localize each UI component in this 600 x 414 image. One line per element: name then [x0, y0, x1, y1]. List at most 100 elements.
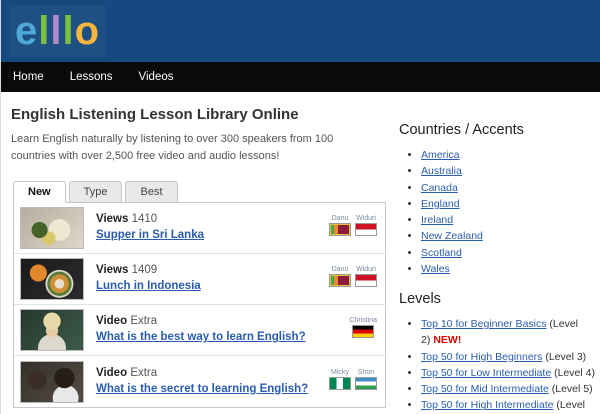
- lesson-type-label: Video: [96, 315, 127, 327]
- elllo-logo[interactable]: elllo: [9, 5, 106, 57]
- country-link-new-zealand[interactable]: New Zealand: [421, 230, 483, 242]
- countries-heading: Countries / Accents: [399, 122, 595, 138]
- lessons-panel: New Type Best Views 1410 Supper in Sri L…: [13, 180, 386, 408]
- tab-type[interactable]: Type: [69, 181, 123, 203]
- lesson-title-link[interactable]: Supper in Sri Lanka: [96, 229, 204, 241]
- speaker: Widuri: [355, 215, 377, 241]
- lesson-type-value: Extra: [130, 315, 157, 327]
- lesson-tabs: New Type Best: [13, 181, 386, 203]
- list-item: Top 50 for Low Intermediate (Level 4): [421, 365, 595, 381]
- country-link-canada[interactable]: Canada: [421, 182, 458, 194]
- germany-flag-icon: [352, 325, 374, 338]
- level-link[interactable]: Top 50 for Mid Intermediate: [421, 383, 549, 395]
- lesson-type-label: Views: [96, 213, 128, 225]
- uzbekistan-flag-icon: [355, 377, 377, 390]
- list-item: Canada: [421, 180, 595, 196]
- list-item: Top 50 for High Beginners (Level 3): [421, 349, 595, 365]
- lesson-type-value: 1410: [132, 213, 158, 225]
- level-suffix: (Level 3): [545, 351, 586, 363]
- lesson-type-label: Views: [96, 264, 128, 276]
- lesson-thumbnail[interactable]: [20, 309, 84, 351]
- list-item: New Zealand: [421, 228, 595, 244]
- lesson-row: Video Extra What is the secret to learni…: [14, 356, 385, 407]
- lesson-type-label: Video: [96, 367, 127, 379]
- page: elllo Home Lessons Videos English Listen…: [0, 0, 600, 414]
- nav-item-videos[interactable]: Videos: [139, 71, 174, 83]
- lesson-row: Views 1409 Lunch in Indonesia Danu Widur…: [14, 254, 385, 305]
- list-item: Wales: [421, 261, 595, 277]
- speaker: Danu: [329, 215, 351, 241]
- country-link-scotland[interactable]: Scotland: [421, 247, 462, 259]
- lesson-meta: Views 1410 Supper in Sri Lanka: [96, 213, 329, 243]
- lesson-title-link[interactable]: Lunch in Indonesia: [96, 280, 201, 292]
- speaker: Widuri: [355, 266, 377, 292]
- levels-list: Top 10 for Beginner Basics (Level 2)NEW!…: [399, 316, 595, 414]
- list-item: Scotland: [421, 245, 595, 261]
- country-link-england[interactable]: England: [421, 198, 460, 210]
- lesson-row: Views 1410 Supper in Sri Lanka Danu Widu…: [14, 203, 385, 254]
- lesson-meta: Views 1409 Lunch in Indonesia: [96, 264, 329, 294]
- tab-new[interactable]: New: [13, 181, 66, 203]
- new-badge: NEW!: [433, 334, 461, 346]
- logo-letter: l: [38, 7, 50, 55]
- level-suffix: (Level 4): [554, 367, 595, 379]
- lesson-thumbnail[interactable]: [20, 361, 84, 403]
- page-title: English Listening Lesson Library Online: [11, 106, 600, 123]
- speaker: Shon: [355, 369, 377, 395]
- tab-best[interactable]: Best: [125, 181, 177, 203]
- level-link[interactable]: Top 50 for Low Intermediate: [421, 367, 551, 379]
- list-item: Australia: [421, 163, 595, 179]
- speakers: Danu Widuri: [329, 215, 377, 241]
- lesson-thumbnail[interactable]: [20, 207, 84, 249]
- lesson-type-value: 1409: [132, 264, 158, 276]
- sri-lanka-flag-icon: [329, 223, 351, 236]
- speakers: Danu Widuri: [329, 266, 377, 292]
- speaker: Micky: [329, 369, 351, 395]
- lesson-thumbnail[interactable]: [20, 258, 84, 300]
- logo-letter: e: [15, 7, 38, 55]
- level-link[interactable]: Top 10 for Beginner Basics: [421, 318, 547, 330]
- level-link[interactable]: Top 50 for High Beginners: [421, 351, 542, 363]
- nigeria-flag-icon: [329, 377, 351, 390]
- sri-lanka-flag-icon: [329, 274, 351, 287]
- indonesia-flag-icon: [355, 223, 377, 236]
- speakers: Micky Shon: [329, 369, 377, 395]
- level-suffix: (Level 5): [552, 383, 593, 395]
- speaker-name[interactable]: Widuri: [355, 266, 377, 273]
- speakers: Christina: [349, 317, 377, 343]
- lesson-meta: Video Extra What is the best way to lear…: [96, 315, 349, 345]
- list-item: Top 50 for High Intermediate (Level 6): [421, 397, 595, 414]
- lesson-list: Views 1410 Supper in Sri Lanka Danu Widu…: [13, 202, 386, 408]
- level-link[interactable]: Top 50 for High Intermediate: [421, 399, 554, 411]
- lesson-title-link[interactable]: What is the best way to learn English?: [96, 331, 306, 343]
- logo-letter: l: [50, 7, 62, 55]
- speaker-name[interactable]: Danu: [329, 215, 351, 222]
- speaker-name[interactable]: Shon: [355, 369, 377, 376]
- country-link-america[interactable]: America: [421, 149, 460, 161]
- speaker-name[interactable]: Christina: [349, 317, 377, 324]
- indonesia-flag-icon: [355, 274, 377, 287]
- speaker-name[interactable]: Widuri: [355, 215, 377, 222]
- logo-letter: l: [63, 7, 75, 55]
- country-link-australia[interactable]: Australia: [421, 165, 462, 177]
- speaker: Christina: [349, 317, 377, 343]
- list-item: England: [421, 196, 595, 212]
- country-link-wales[interactable]: Wales: [421, 263, 450, 275]
- speaker: Danu: [329, 266, 351, 292]
- list-item: America: [421, 147, 595, 163]
- main-nav: Home Lessons Videos: [1, 62, 600, 92]
- lesson-meta: Video Extra What is the secret to learni…: [96, 367, 329, 397]
- countries-list: America Australia Canada England Ireland…: [399, 147, 595, 277]
- list-item: Ireland: [421, 212, 595, 228]
- lesson-type-value: Extra: [130, 367, 157, 379]
- nav-item-home[interactable]: Home: [13, 71, 44, 83]
- country-link-ireland[interactable]: Ireland: [421, 214, 453, 226]
- speaker-name[interactable]: Danu: [329, 266, 351, 273]
- list-item: Top 10 for Beginner Basics (Level 2)NEW!: [421, 316, 595, 349]
- levels-heading: Levels: [399, 291, 595, 307]
- nav-item-lessons[interactable]: Lessons: [70, 71, 113, 83]
- lesson-title-link[interactable]: What is the secret to learning English?: [96, 383, 308, 395]
- site-header: elllo: [1, 0, 600, 62]
- speaker-name[interactable]: Micky: [329, 369, 351, 376]
- page-subtitle: Learn English naturally by listening to …: [11, 131, 379, 165]
